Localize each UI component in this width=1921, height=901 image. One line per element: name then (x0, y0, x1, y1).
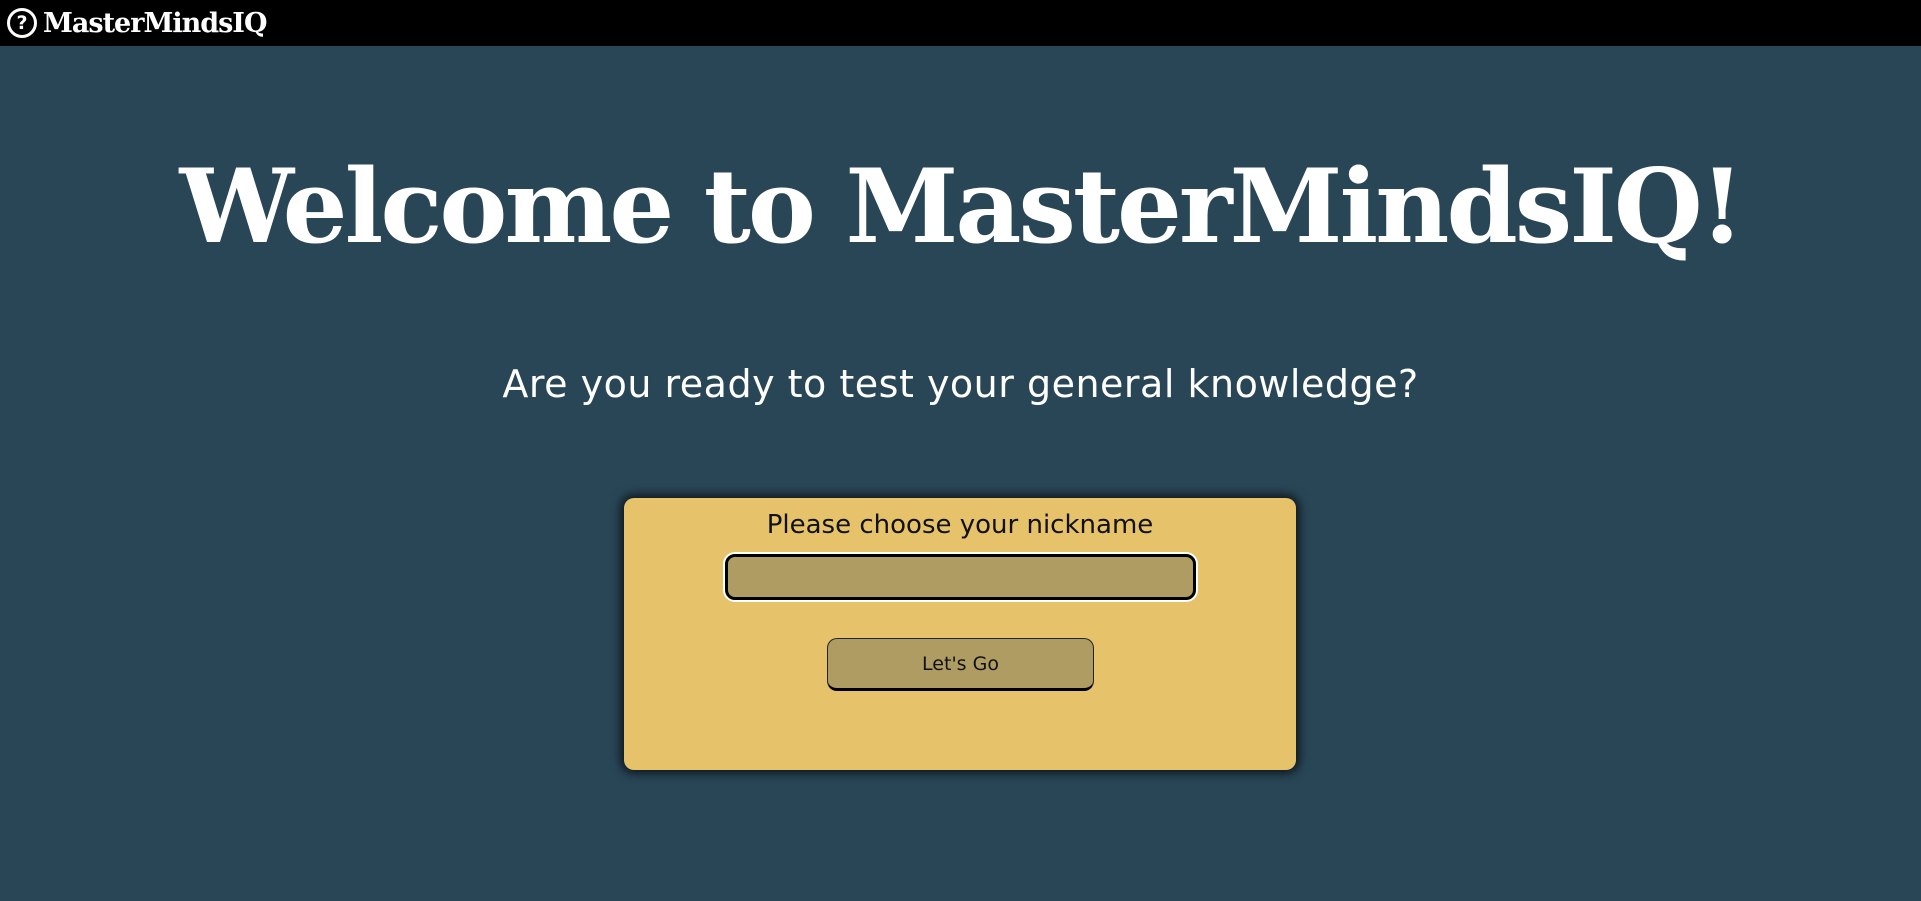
page-subtitle: Are you ready to test your general knowl… (502, 362, 1419, 406)
page-title: Welcome to MasterMindsIQ! (179, 147, 1744, 267)
lets-go-button[interactable]: Let's Go (827, 638, 1094, 691)
brand-name[interactable]: MasterMindsIQ (43, 8, 267, 39)
navbar: ? MasterMindsIQ (0, 0, 1921, 46)
nickname-input[interactable] (725, 554, 1196, 600)
nickname-card: Please choose your nickname Let's Go (624, 498, 1296, 770)
nickname-label: Please choose your nickname (766, 510, 1154, 540)
question-circle-icon: ? (7, 8, 37, 38)
